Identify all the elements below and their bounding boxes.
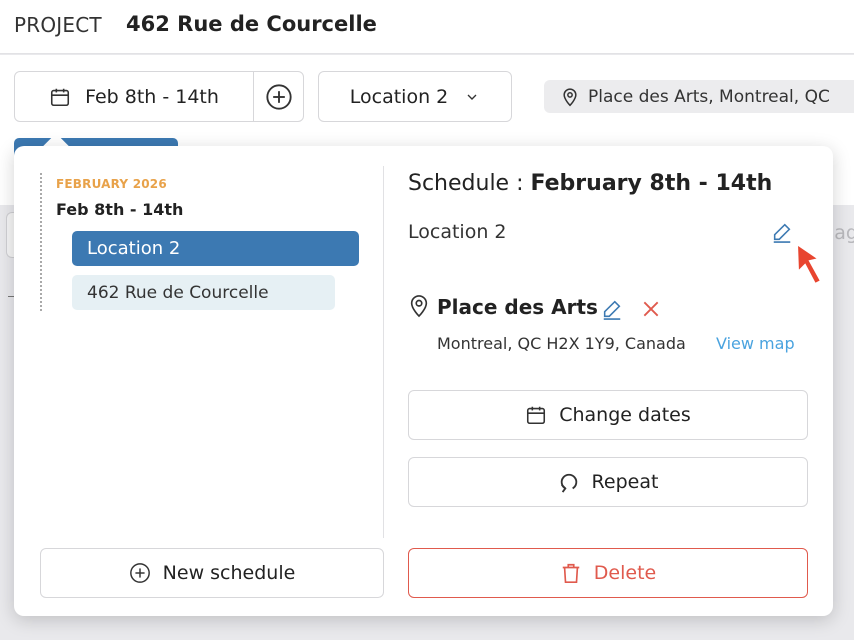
repeat-icon	[560, 473, 577, 493]
project-label: PROJECT	[14, 13, 102, 37]
date-range-label: Feb 8th - 14th	[85, 85, 219, 108]
top-bar: PROJECT 462 Rue de Courcelle	[0, 0, 854, 54]
cursor-arrow-icon	[795, 242, 823, 286]
date-range-control: Feb 8th - 14th	[14, 71, 304, 122]
close-icon	[643, 301, 659, 317]
schedule-item-462-rue-de-courcelle[interactable]: 462 Rue de Courcelle	[72, 275, 335, 310]
change-dates-label: Change dates	[559, 404, 691, 426]
delete-label: Delete	[593, 562, 657, 584]
new-schedule-button[interactable]: New schedule	[40, 548, 384, 598]
place-chip[interactable]: Place des Arts, Montreal, QC	[544, 80, 854, 113]
place-address: Montreal, QC H2X 1Y9, Canada	[437, 334, 686, 353]
month-label: FEBRUARY 2026	[56, 177, 167, 191]
timeline-line	[40, 173, 42, 311]
range-label: Feb 8th - 14th	[56, 200, 184, 219]
calendar-icon	[51, 88, 70, 106]
schedule-item-location-2[interactable]: Location 2	[72, 231, 359, 266]
change-dates-button[interactable]: Change dates	[408, 390, 808, 440]
repeat-button[interactable]: Repeat	[408, 457, 808, 507]
place-chip-label: Place des Arts, Montreal, QC	[588, 86, 830, 107]
plus-circle-icon	[129, 563, 150, 583]
map-pin-icon	[410, 295, 428, 318]
delete-button[interactable]: Delete	[408, 548, 808, 598]
chevron-down-icon	[467, 94, 477, 100]
add-schedule-button[interactable]	[254, 72, 304, 121]
location-select[interactable]: Location 2	[318, 71, 512, 122]
location-select-label: Location 2	[349, 85, 449, 108]
calendar-icon	[527, 406, 546, 425]
popover-divider	[383, 166, 384, 538]
view-map-link[interactable]: View map	[716, 334, 795, 353]
trash-icon	[562, 563, 580, 583]
schedule-location: Location 2	[408, 221, 507, 243]
date-range-button[interactable]: Feb 8th - 14th	[15, 72, 253, 121]
pencil-icon	[773, 223, 791, 243]
map-pin-icon	[563, 87, 577, 106]
remove-place-button[interactable]	[639, 297, 663, 321]
pencil-icon	[603, 300, 621, 320]
edit-place-button[interactable]	[600, 297, 624, 321]
edit-location-button[interactable]	[770, 220, 794, 244]
project-name: 462 Rue de Courcelle	[126, 12, 377, 36]
new-schedule-label: New schedule	[162, 562, 296, 584]
repeat-label: Repeat	[591, 471, 659, 493]
schedule-title: Schedule : February 8th - 14th	[408, 171, 772, 196]
schedule-title-prefix: Schedule :	[408, 171, 531, 196]
plus-circle-icon	[266, 83, 292, 110]
schedule-title-range: February 8th - 14th	[530, 171, 773, 196]
place-name: Place des Arts	[437, 295, 598, 319]
